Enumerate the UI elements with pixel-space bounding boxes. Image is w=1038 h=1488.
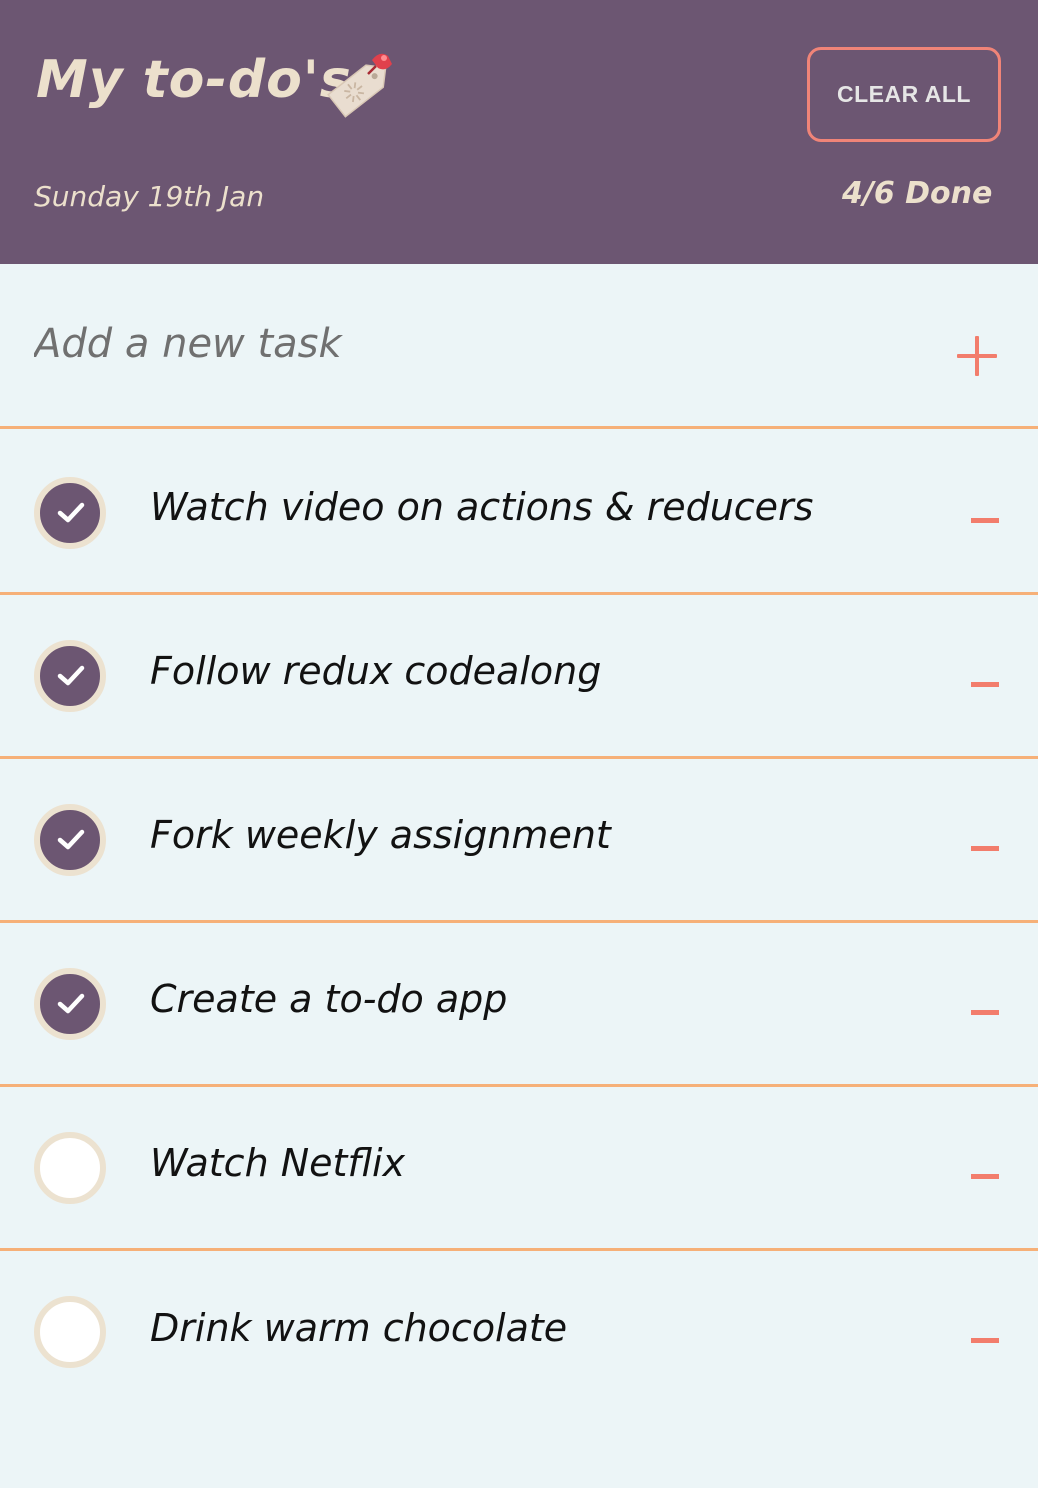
remove-task-icon[interactable]: [971, 1010, 999, 1015]
clear-all-button[interactable]: CLEAR ALL: [807, 47, 1001, 142]
tag-icon: [322, 46, 402, 122]
task-text: Watch video on actions & reducers: [150, 485, 814, 529]
task-item: Watch video on actions & reducers: [0, 431, 1038, 595]
task-item: Fork weekly assignment: [0, 759, 1038, 923]
task-text: Watch Netflix: [150, 1141, 406, 1185]
task-checkbox-unchecked[interactable]: [34, 1132, 106, 1204]
remove-task-icon[interactable]: [971, 846, 999, 851]
task-checkbox-unchecked[interactable]: [34, 1296, 106, 1368]
remove-task-icon[interactable]: [971, 1174, 999, 1179]
task-text: Follow redux codealong: [150, 649, 602, 693]
task-item: Create a to-do app: [0, 923, 1038, 1087]
checkmark-icon: [57, 829, 85, 850]
task-checkbox-checked[interactable]: [34, 477, 106, 549]
task-text: Create a to-do app: [150, 977, 508, 1021]
date-label: Sunday 19th Jan: [34, 180, 265, 213]
task-checkbox-checked[interactable]: [34, 968, 106, 1040]
checkmark-icon: [57, 502, 85, 523]
remove-task-icon[interactable]: [971, 1338, 999, 1343]
task-item: Watch Netflix: [0, 1087, 1038, 1251]
checkmark-icon: [57, 665, 85, 686]
plus-icon[interactable]: [955, 334, 999, 378]
todo-app: My to-do's CLEAR ALL Sunday 19th Jan 4/6…: [0, 0, 1038, 1488]
page-title: My to-do's: [36, 50, 352, 110]
task-text: Drink warm chocolate: [150, 1306, 568, 1350]
done-counter: 4/6 Done: [842, 176, 993, 211]
header: My to-do's CLEAR ALL Sunday 19th Jan 4/6…: [0, 0, 1038, 264]
checkmark-icon: [57, 993, 85, 1014]
task-checkbox-checked[interactable]: [34, 804, 106, 876]
remove-task-icon[interactable]: [971, 682, 999, 687]
task-item: Follow redux codealong: [0, 595, 1038, 759]
task-item: Drink warm chocolate: [0, 1251, 1038, 1415]
remove-task-icon[interactable]: [971, 518, 999, 523]
new-task-input[interactable]: [34, 314, 914, 374]
add-task-row: [0, 264, 1038, 429]
task-checkbox-checked[interactable]: [34, 640, 106, 712]
task-text: Fork weekly assignment: [150, 813, 611, 857]
